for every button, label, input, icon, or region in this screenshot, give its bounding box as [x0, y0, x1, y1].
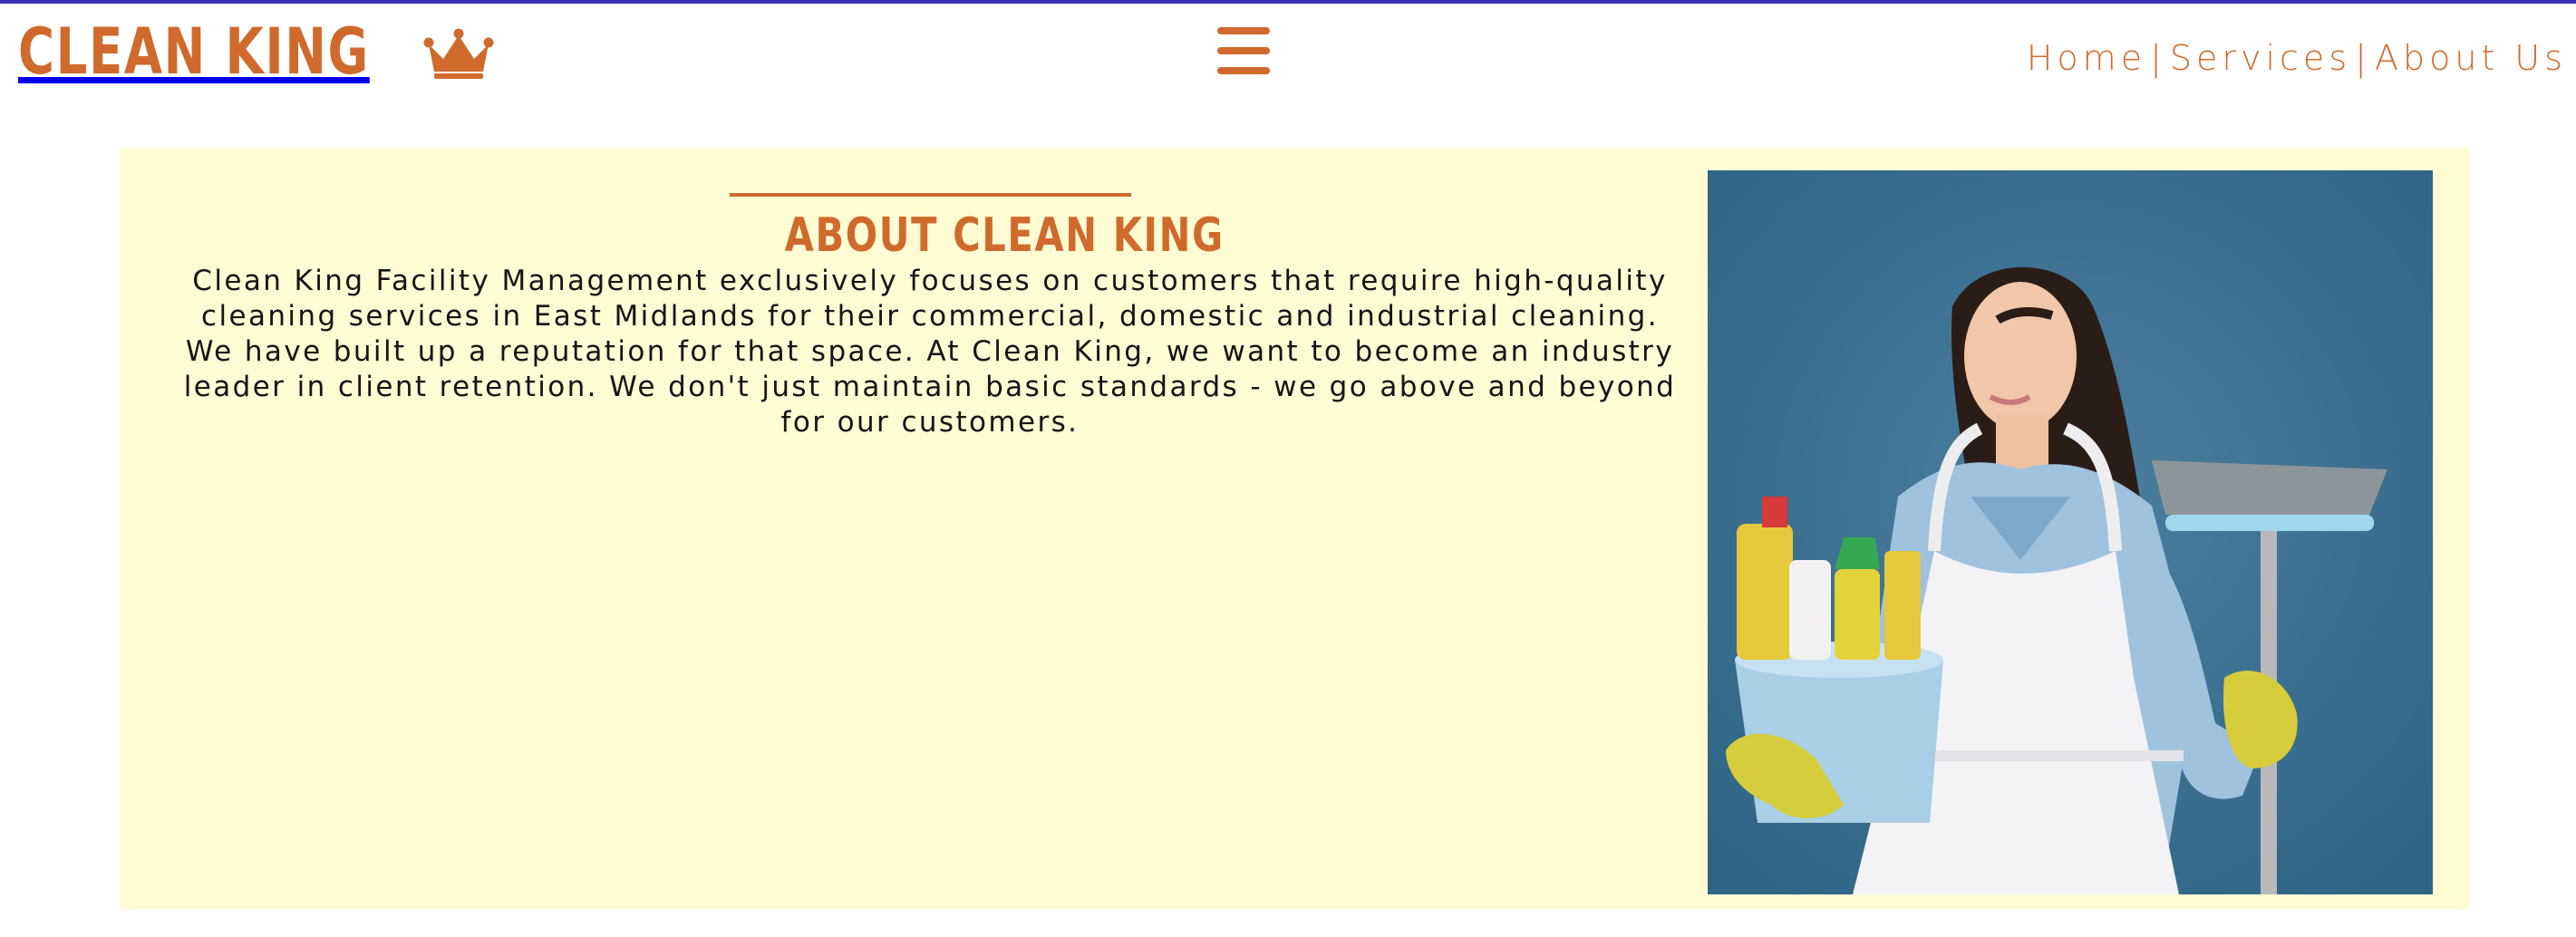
hamburger-menu-icon[interactable] [1217, 27, 1270, 74]
brand-logo[interactable]: CLEAN KING [18, 11, 494, 92]
nav-separator: | [2150, 38, 2166, 78]
cleaning-woman-illustration [1708, 170, 2433, 894]
brand-name: CLEAN KING [18, 14, 370, 89]
nav-link-about-us[interactable]: About Us [2375, 38, 2567, 78]
crown-icon [423, 28, 494, 79]
nav-link-services[interactable]: Services [2170, 38, 2351, 78]
about-title: ABOUT CLEAN KING [730, 192, 1223, 267]
main-navigation: Home | Services | About Us [2027, 38, 2567, 78]
site-header: CLEAN KING Home | Services | About Us [0, 4, 2576, 112]
nav-link-home[interactable]: Home [2027, 38, 2146, 78]
about-description: Clean King Facility Management exclusive… [183, 265, 1677, 439]
nav-separator: | [2355, 38, 2371, 78]
about-image [1708, 170, 2433, 894]
